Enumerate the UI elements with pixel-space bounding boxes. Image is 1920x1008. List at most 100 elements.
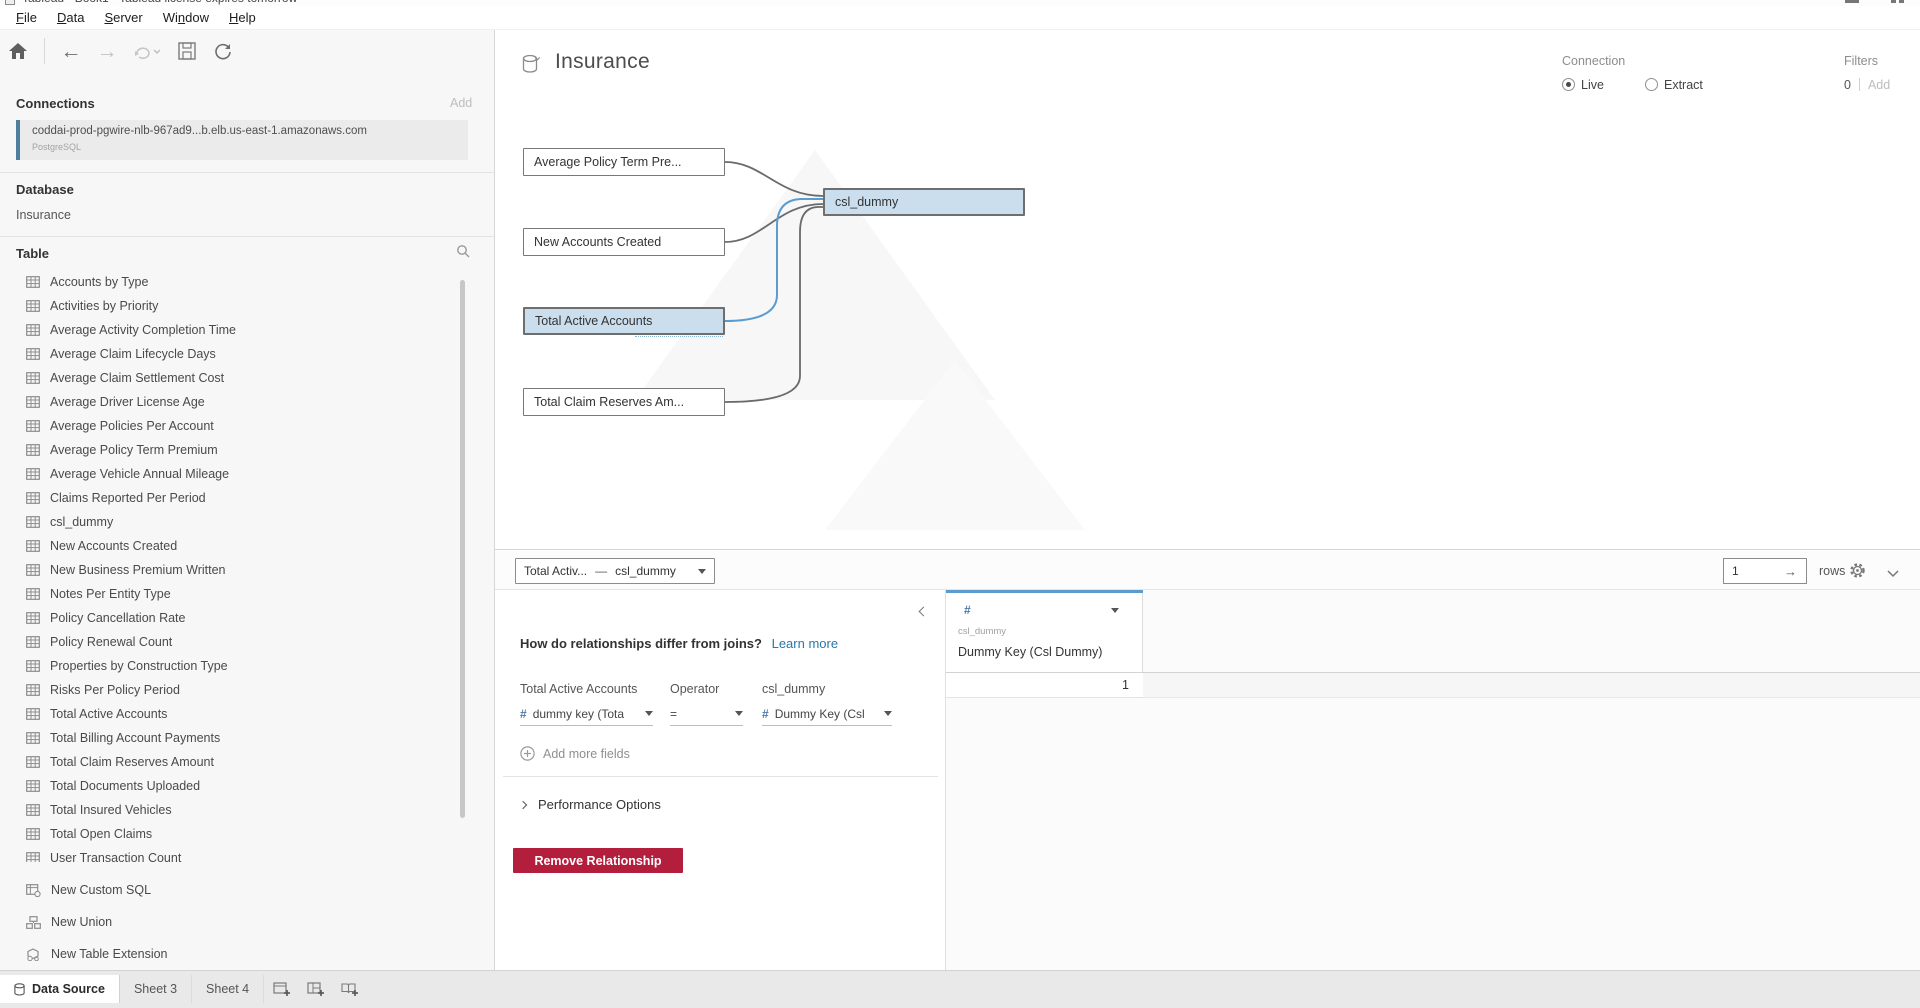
table-icon: [26, 300, 40, 312]
data-sidebar: ← → Connections Add coddai-prod-pgwire-n…: [0, 30, 494, 970]
rows-count-input[interactable]: [1724, 564, 1782, 578]
table-icon: [26, 492, 40, 504]
table-list-item[interactable]: csl_dummy: [0, 510, 456, 534]
table-list-item[interactable]: User Transaction Count: [0, 846, 456, 862]
table-list-scrollbar[interactable]: [460, 280, 465, 818]
new-table-extension-button[interactable]: New Table Extension: [0, 942, 456, 966]
database-select[interactable]: Insurance: [16, 208, 71, 222]
status-bar: Data Source Sheet 3 Sheet 4: [0, 970, 1920, 1008]
go-arrow-icon[interactable]: →: [1784, 564, 1797, 579]
relationship-selector[interactable]: Total Activ... — csl_dummy: [515, 558, 715, 584]
table-list-item[interactable]: Average Driver License Age: [0, 390, 456, 414]
new-worksheet-icon[interactable]: [264, 975, 298, 1003]
table-list-item[interactable]: Notes Per Entity Type: [0, 582, 456, 606]
table-list-item[interactable]: Total Insured Vehicles: [0, 798, 456, 822]
left-table-label: Total Active Accounts: [520, 682, 637, 696]
table-list-item[interactable]: Properties by Construction Type: [0, 654, 456, 678]
tab-sheet-4[interactable]: Sheet 4: [192, 975, 264, 1003]
table-list-item[interactable]: New Business Premium Written: [0, 558, 456, 582]
database-header: Database: [16, 182, 74, 197]
table-list-item[interactable]: Risks Per Policy Period: [0, 678, 456, 702]
menu-file[interactable]: File: [6, 7, 47, 28]
grid-cell[interactable]: 1: [946, 673, 1143, 698]
left-field-dropdown[interactable]: # dummy key (Tota: [520, 702, 653, 726]
selected-column-bar: [946, 590, 1143, 593]
connection-item[interactable]: coddai-prod-pgwire-nlb-967ad9...b.elb.us…: [16, 120, 468, 160]
chevron-down-icon[interactable]: [1111, 608, 1119, 613]
table-node-total-claim-reserves[interactable]: Total Claim Reserves Am...: [523, 388, 725, 416]
undo-redo-icon[interactable]: [128, 36, 166, 66]
table-icon: [26, 828, 40, 840]
table-icon: [26, 540, 40, 552]
new-dashboard-icon[interactable]: [298, 975, 332, 1003]
table-list-item[interactable]: Average Policies Per Account: [0, 414, 456, 438]
table-list-item[interactable]: Total Documents Uploaded: [0, 774, 456, 798]
table-list-item[interactable]: Total Claim Reserves Amount: [0, 750, 456, 774]
minimize-icon[interactable]: [1845, 0, 1859, 3]
divider: [0, 236, 494, 237]
table-node-total-active-accounts[interactable]: Total Active Accounts: [523, 307, 725, 335]
menu-window[interactable]: Window: [153, 7, 219, 28]
forward-arrow-icon[interactable]: →: [92, 36, 122, 66]
table-list-item[interactable]: Average Claim Settlement Cost: [0, 366, 456, 390]
back-arrow-icon[interactable]: ←: [56, 36, 86, 66]
table-node-new-accounts-created[interactable]: New Accounts Created: [523, 228, 725, 256]
table-icon: [26, 660, 40, 672]
new-custom-sql-button[interactable]: New Custom SQL: [0, 878, 456, 902]
operator-label: Operator: [670, 682, 719, 696]
menu-server[interactable]: Server: [94, 7, 152, 28]
operator-dropdown[interactable]: =: [670, 702, 743, 726]
sheet-tabs: Data Source Sheet 3 Sheet 4: [0, 975, 366, 1003]
grid-row-filler: [1143, 673, 1920, 698]
table-icon: [26, 612, 40, 624]
search-icon[interactable]: [456, 244, 470, 263]
table-list-item[interactable]: Average Policy Term Premium: [0, 438, 456, 462]
table-list-item[interactable]: Total Active Accounts: [0, 702, 456, 726]
new-union-button[interactable]: New Union: [0, 910, 456, 934]
right-table-label: csl_dummy: [762, 682, 825, 696]
close-icon[interactable]: [1899, 0, 1904, 3]
refresh-data-source-icon[interactable]: [208, 36, 238, 66]
tab-sheet-3[interactable]: Sheet 3: [120, 975, 192, 1003]
relationship-editor: How do relationships differ from joins? …: [495, 590, 946, 970]
table-list-item[interactable]: Total Billing Account Payments: [0, 726, 456, 750]
tab-data-source[interactable]: Data Source: [0, 975, 120, 1003]
menu-data[interactable]: Data: [47, 7, 94, 28]
tableau-window: Tableau - Book1 - Tableau license expire…: [0, 0, 1920, 1008]
add-connection-button[interactable]: Add: [450, 96, 472, 110]
divider: [503, 776, 938, 777]
table-list-item[interactable]: New Accounts Created: [0, 534, 456, 558]
table-icon: [26, 324, 40, 336]
table-list-item[interactable]: Average Claim Lifecycle Days: [0, 342, 456, 366]
union-icon: [26, 916, 41, 929]
right-field-dropdown[interactable]: # Dummy Key (Csl: [762, 702, 892, 726]
new-story-icon[interactable]: [332, 975, 366, 1003]
chevron-down-icon[interactable]: [1887, 565, 1899, 583]
table-extension-icon: [26, 948, 41, 961]
table-list-item[interactable]: Policy Cancellation Rate: [0, 606, 456, 630]
performance-options-toggle[interactable]: Performance Options: [520, 797, 661, 812]
remove-relationship-button[interactable]: Remove Relationship: [513, 848, 683, 873]
gear-icon[interactable]: [1849, 562, 1866, 584]
grid-column-table: csl_dummy: [958, 626, 1006, 637]
table-list-item[interactable]: Accounts by Type: [0, 270, 456, 294]
plus-circle-icon: [520, 746, 535, 761]
add-more-fields-button[interactable]: Add more fields: [520, 746, 630, 761]
connection-color-bar: [16, 120, 20, 160]
numeric-type-icon: #: [762, 707, 769, 721]
save-icon[interactable]: [172, 36, 202, 66]
restore-icon[interactable]: [1891, 0, 1896, 3]
table-list-item[interactable]: Claims Reported Per Period: [0, 486, 456, 510]
table-list-item[interactable]: Policy Renewal Count: [0, 630, 456, 654]
table-list-item[interactable]: Total Open Claims: [0, 822, 456, 846]
table-list-item[interactable]: Average Vehicle Annual Mileage: [0, 462, 456, 486]
table-node-average-policy-term[interactable]: Average Policy Term Pre...: [523, 148, 725, 176]
table-node-csl-dummy[interactable]: csl_dummy: [823, 188, 1025, 216]
table-list-item[interactable]: Average Activity Completion Time: [0, 318, 456, 342]
collapse-panel-icon[interactable]: [919, 607, 929, 617]
learn-more-link[interactable]: Learn more: [772, 636, 838, 651]
home-icon[interactable]: [3, 36, 33, 66]
rows-count-control[interactable]: →: [1723, 558, 1807, 584]
menu-help[interactable]: Help: [219, 7, 266, 28]
table-list-item[interactable]: Activities by Priority: [0, 294, 456, 318]
